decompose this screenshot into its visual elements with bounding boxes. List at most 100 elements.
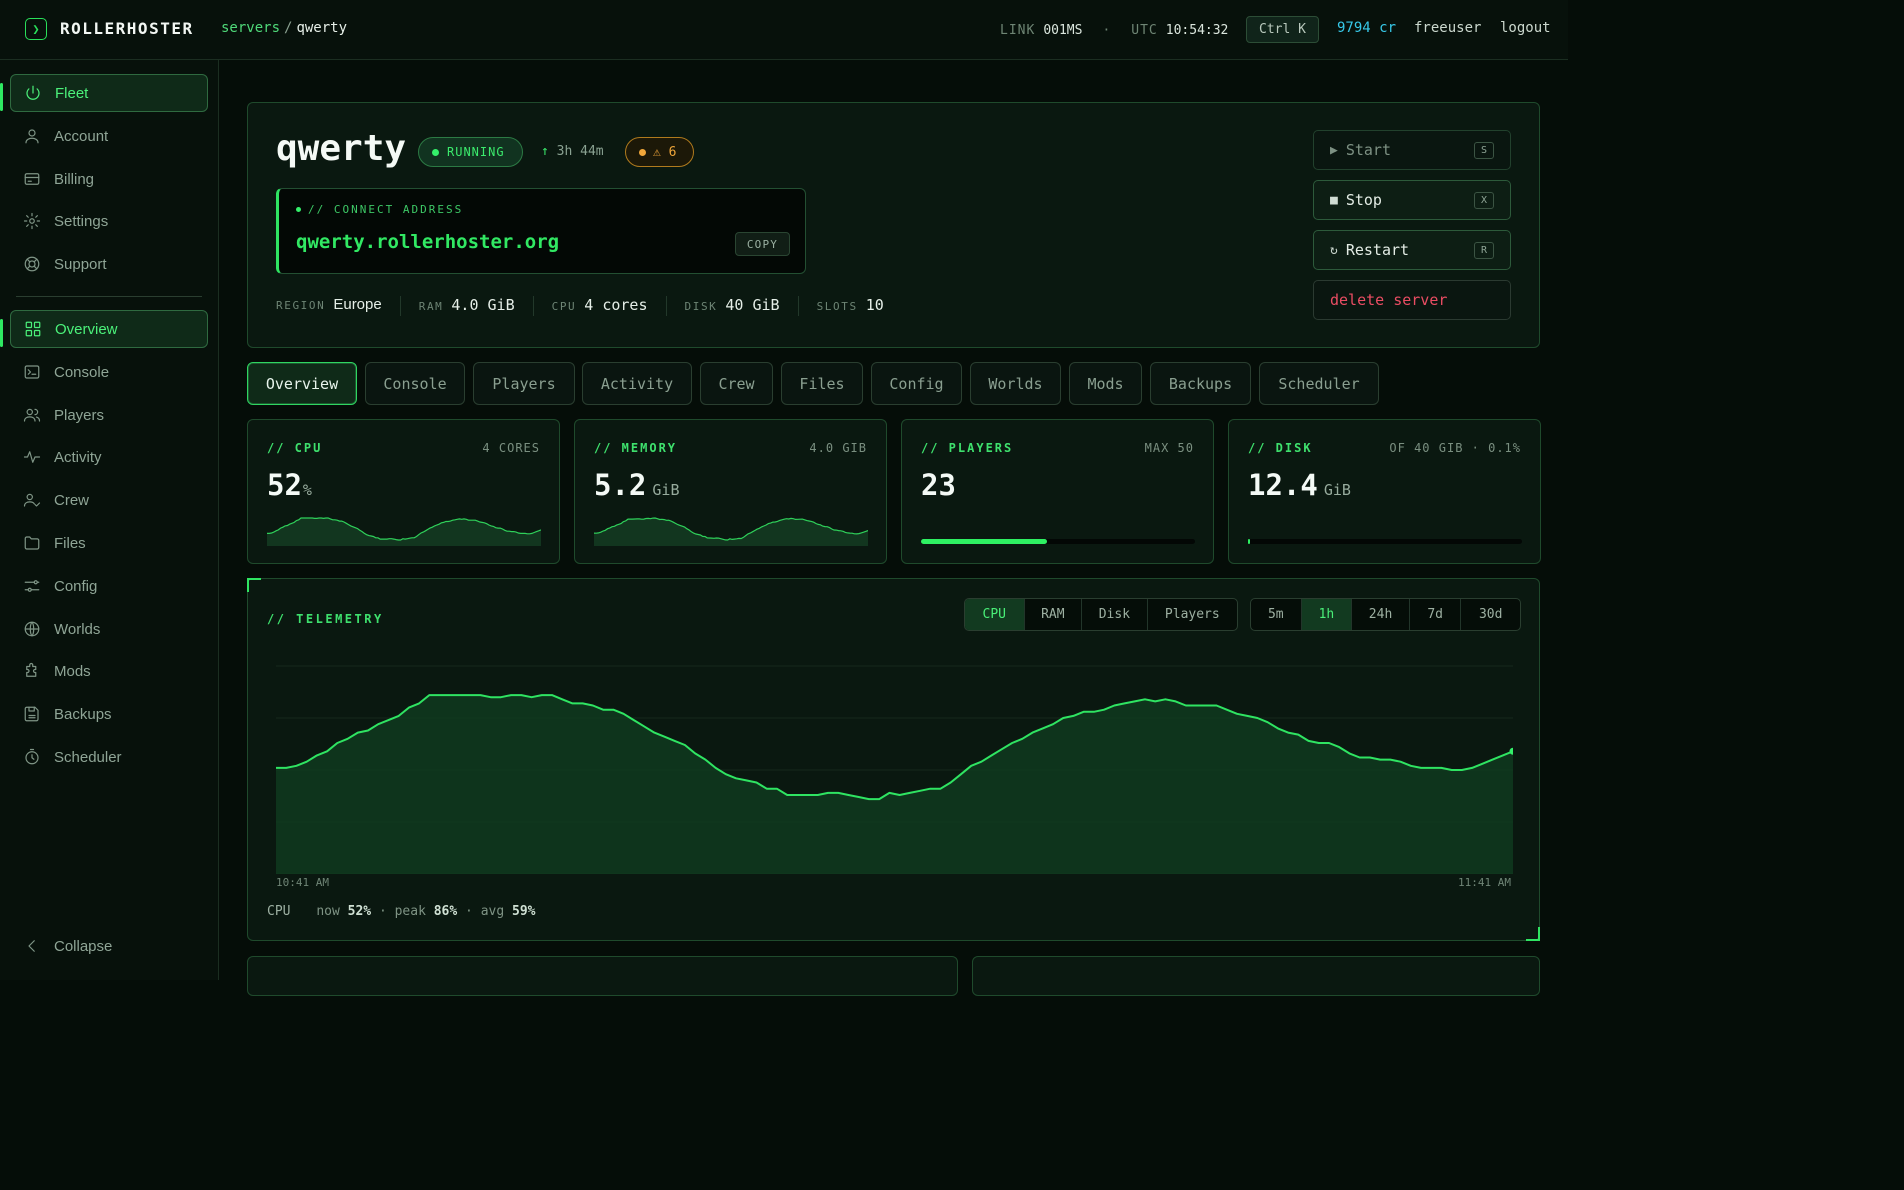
tab-files[interactable]: Files: [781, 362, 863, 405]
connect-label-text: // CONNECT ADDRESS: [308, 203, 464, 216]
metric-cpu[interactable]: CPU: [965, 599, 1025, 630]
command-palette-button[interactable]: Ctrl K: [1246, 16, 1319, 43]
range-5m[interactable]: 5m: [1251, 599, 1302, 630]
sidebar-item-settings[interactable]: Settings: [10, 202, 208, 240]
spec-region: REGION Europe: [276, 296, 401, 316]
disk-progress-fill: [1248, 539, 1250, 544]
sidebar-item-fleet[interactable]: Fleet: [10, 74, 208, 112]
copy-address-button[interactable]: COPY: [735, 232, 790, 256]
tab-mods[interactable]: Mods: [1069, 362, 1142, 405]
spec-key: CPU: [551, 300, 577, 313]
sidebar-item-activity[interactable]: Activity: [10, 438, 208, 476]
uptime-readout: ↑ 3h 44m: [541, 144, 604, 159]
sidebar-item-crew[interactable]: Crew: [10, 481, 208, 519]
disk-unit: GiB: [1323, 481, 1351, 499]
stop-label: Stop: [1345, 191, 1382, 209]
range-1h[interactable]: 1h: [1301, 599, 1353, 630]
spec-disk: DISK 40 GiB: [685, 296, 799, 316]
sidebar-item-scheduler[interactable]: Scheduler: [10, 738, 208, 776]
peak-value: 86%: [433, 904, 458, 919]
tab-worlds[interactable]: Worlds: [970, 362, 1061, 405]
sidebar-item-mods[interactable]: Mods: [10, 652, 208, 690]
stop-icon: ■: [1330, 192, 1338, 208]
tab-config[interactable]: Config: [871, 362, 962, 405]
sidebar-item-label: Worlds: [54, 620, 101, 638]
sidebar: Fleet Account Billing Settings Support O…: [0, 60, 219, 980]
metric-players[interactable]: Players: [1148, 599, 1237, 630]
telemetry-panel: // TELEMETRY CPU RAM Disk Players 5m 1h …: [247, 578, 1540, 941]
range-7d[interactable]: 7d: [1410, 599, 1462, 630]
cpu-unit: %: [302, 481, 312, 499]
start-button[interactable]: ▶ Start S: [1313, 130, 1511, 170]
sidebar-item-label: Crew: [54, 491, 90, 509]
sidebar-item-billing[interactable]: Billing: [10, 160, 208, 198]
players-progress-fill: [921, 539, 1048, 544]
credits-balance[interactable]: 9794 cr: [1337, 20, 1396, 36]
sidebar-item-label: Support: [54, 255, 107, 273]
warning-dot: [639, 148, 646, 156]
avg-value: 59%: [512, 904, 536, 919]
logout-link[interactable]: logout: [1500, 20, 1551, 36]
sidebar-item-config[interactable]: Config: [10, 567, 208, 605]
sidebar-item-account[interactable]: Account: [10, 117, 208, 155]
warnings-badge[interactable]: ⚠ 6: [625, 137, 694, 167]
delete-label: delete server: [1330, 291, 1448, 309]
tab-activity[interactable]: Activity: [582, 362, 692, 405]
cpu-sparkline: [267, 517, 541, 546]
now-value: 52%: [347, 904, 372, 919]
tab-crew[interactable]: Crew: [700, 362, 773, 405]
telemetry-chart: [276, 665, 1513, 874]
user-menu[interactable]: freeuser: [1414, 20, 1481, 36]
tab-players[interactable]: Players: [473, 362, 575, 405]
sidebar-item-label: Settings: [54, 212, 109, 230]
separator-dot: ·: [1102, 22, 1112, 38]
breadcrumb-servers[interactable]: servers: [221, 20, 280, 36]
sidebar-item-worlds[interactable]: Worlds: [10, 610, 208, 648]
memory-number: 5.2: [594, 468, 647, 502]
tab-overview[interactable]: Overview: [247, 362, 357, 405]
start-label: Start: [1345, 141, 1391, 159]
sidebar-item-support[interactable]: Support: [10, 245, 208, 283]
sidebar-item-label: Players: [54, 406, 105, 424]
sidebar-item-overview[interactable]: Overview: [10, 310, 208, 348]
sidebar-item-files[interactable]: Files: [10, 524, 208, 562]
stop-button[interactable]: ■ Stop X: [1313, 180, 1511, 220]
tab-console[interactable]: Console: [365, 362, 465, 405]
restart-button[interactable]: ↻ Restart R: [1313, 230, 1511, 270]
spec-value: 4.0 GiB: [451, 296, 515, 314]
status-dot: [432, 148, 439, 156]
logo-chevron-icon[interactable]: ❯: [25, 18, 47, 40]
delete-server-button[interactable]: delete server: [1313, 280, 1511, 320]
connect-address[interactable]: qwerty.rollerhoster.org: [296, 231, 559, 253]
save-icon: [23, 705, 41, 723]
active-indicator: [0, 83, 3, 111]
active-indicator: [0, 319, 3, 347]
sidebar-item-label: Files: [54, 534, 86, 552]
range-24h[interactable]: 24h: [1352, 599, 1410, 630]
brand-name[interactable]: ROLLERHOSTER: [60, 19, 194, 38]
gear-icon: [23, 212, 41, 230]
metric-selector: CPU RAM Disk Players: [964, 598, 1238, 631]
connect-address-label: // CONNECT ADDRESS: [296, 203, 463, 216]
restart-label: Restart: [1345, 241, 1410, 259]
sidebar-item-backups[interactable]: Backups: [10, 695, 208, 733]
disk-progress-track: [1248, 539, 1522, 544]
metric-ram[interactable]: RAM: [1025, 599, 1083, 630]
tab-scheduler[interactable]: Scheduler: [1259, 362, 1379, 405]
collapse-sidebar-button[interactable]: Collapse: [10, 927, 208, 965]
tab-backups[interactable]: Backups: [1150, 362, 1251, 405]
breadcrumb: servers / qwerty: [221, 20, 347, 36]
sidebar-item-label: Mods: [54, 662, 91, 680]
sidebar-item-label: Overview: [55, 320, 118, 338]
terminal-icon: [23, 363, 41, 381]
globe-icon: [23, 620, 41, 638]
disk-title: // DISK: [1248, 441, 1313, 455]
metric-disk[interactable]: Disk: [1082, 599, 1148, 630]
start-shortcut: S: [1474, 142, 1494, 159]
cpu-title: // CPU: [267, 441, 323, 455]
sidebar-item-players[interactable]: Players: [10, 396, 208, 434]
range-30d[interactable]: 30d: [1461, 599, 1520, 630]
players-stat-card: // PLAYERS MAX 50 23: [901, 419, 1214, 564]
sidebar-item-console[interactable]: Console: [10, 353, 208, 391]
disk-stat-card: // DISK OF 40 GIB · 0.1% 12.4 GiB: [1228, 419, 1541, 564]
